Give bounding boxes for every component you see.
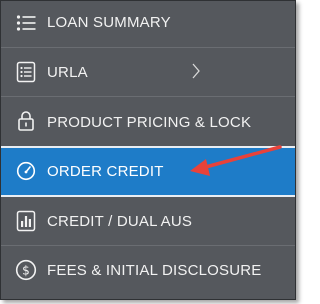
nav-item-label: LOAN SUMMARY <box>47 14 171 31</box>
nav-item-order-credit[interactable]: ORDER CREDIT <box>1 146 295 197</box>
sidebar-nav: LOAN SUMMARY URLA PRODUCT PRICING & LOCK… <box>0 0 296 300</box>
nav-item-label: URLA <box>47 64 88 81</box>
bar-chart-icon <box>15 210 37 232</box>
nav-item-label: FEES & INITIAL DISCLOSURE <box>47 262 262 279</box>
nav-item-fees-initial-disclosure[interactable]: $ FEES & INITIAL DISCLOSURE <box>1 246 295 299</box>
nav-item-product-pricing-lock[interactable]: PRODUCT PRICING & LOCK <box>1 97 295 146</box>
list-icon <box>15 12 37 34</box>
gauge-icon <box>15 160 37 182</box>
chevron-right-icon <box>189 60 203 82</box>
dollar-circle-icon: $ <box>15 259 37 281</box>
svg-text:$: $ <box>22 264 30 278</box>
document-list-icon <box>15 61 37 83</box>
nav-item-loan-summary[interactable]: LOAN SUMMARY <box>1 1 295 47</box>
lock-icon <box>15 110 37 132</box>
nav-item-credit-dual-aus[interactable]: CREDIT / DUAL AUS <box>1 197 295 245</box>
nav-item-label: ORDER CREDIT <box>47 163 164 180</box>
nav-item-label: CREDIT / DUAL AUS <box>47 213 193 230</box>
nav-item-label: PRODUCT PRICING & LOCK <box>47 114 252 131</box>
nav-item-urla[interactable]: URLA <box>1 48 295 96</box>
